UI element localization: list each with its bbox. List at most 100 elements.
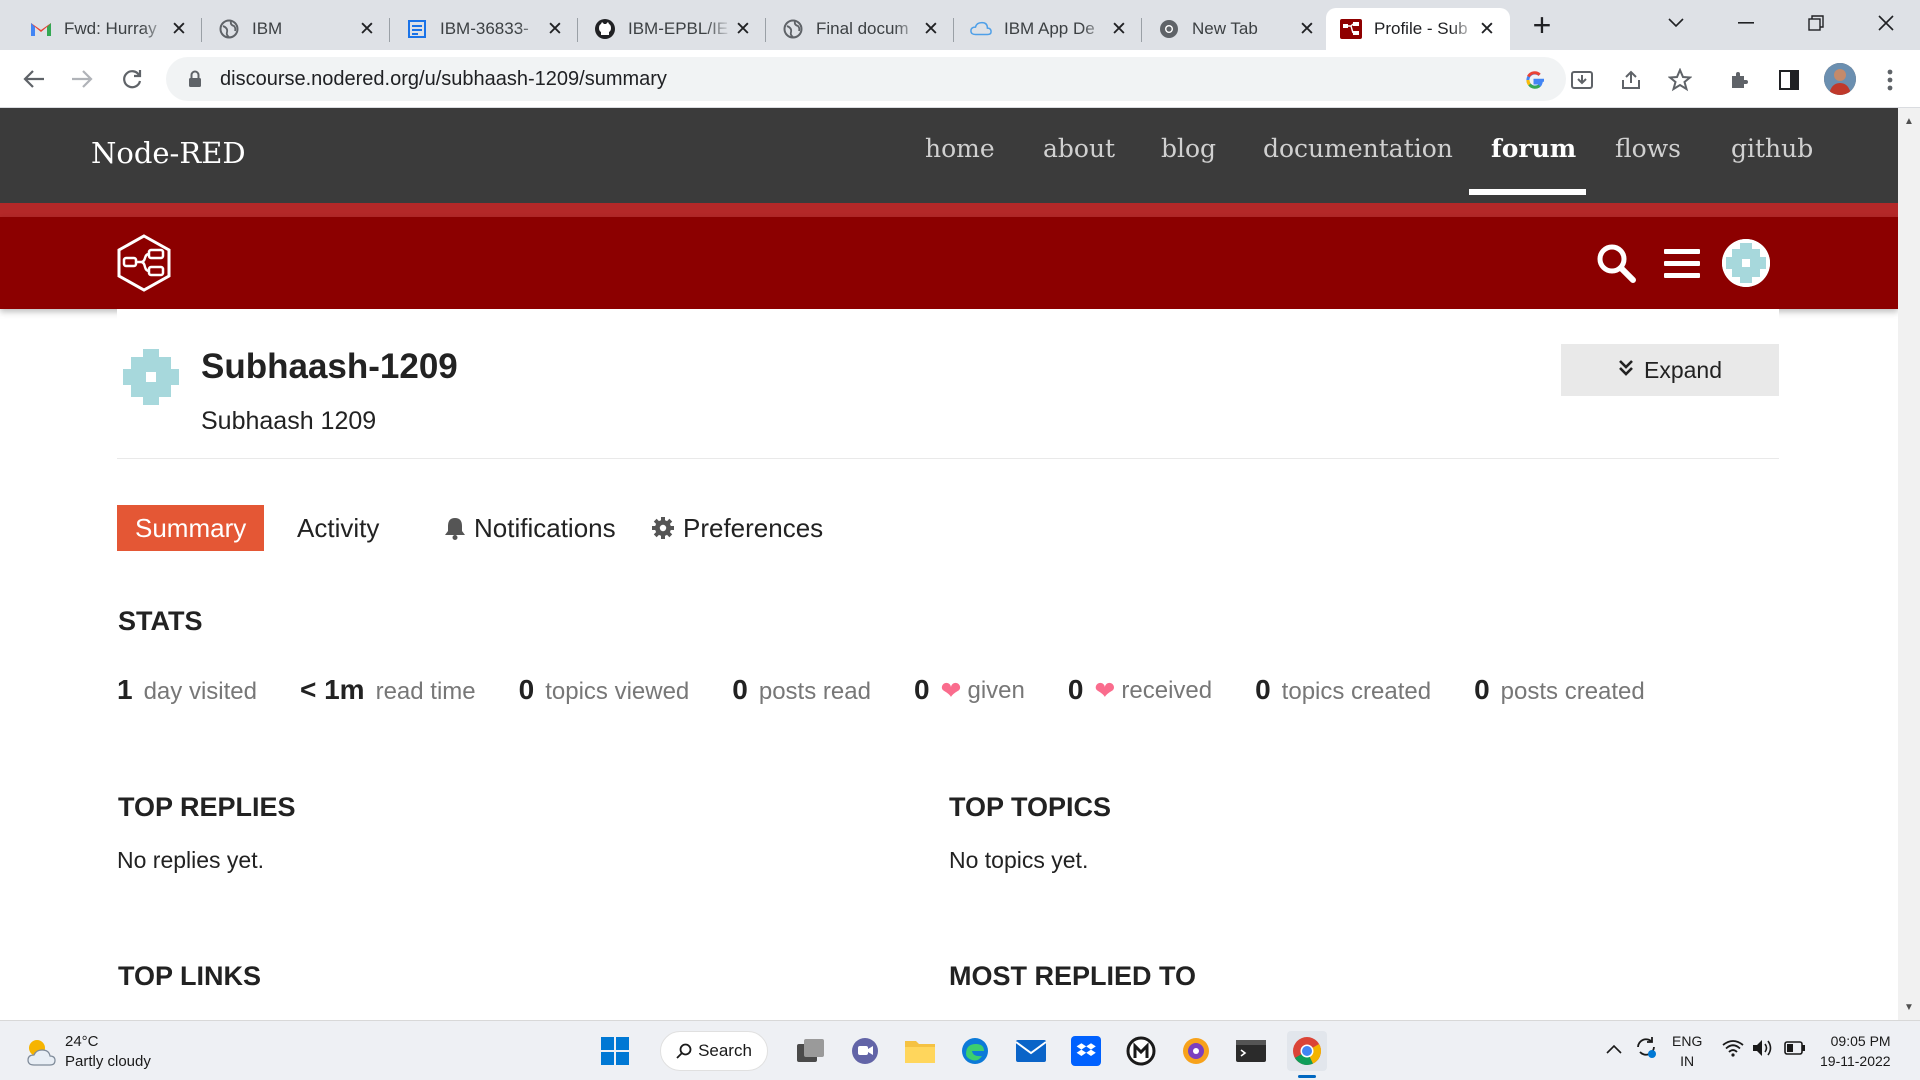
new-tab-button[interactable]: +: [1522, 7, 1562, 43]
file-explorer-icon[interactable]: [900, 1031, 940, 1071]
close-icon[interactable]: ✕: [732, 18, 754, 40]
edge-browser-icon[interactable]: [955, 1031, 995, 1071]
restore-icon[interactable]: [1786, 0, 1846, 46]
nav-forum[interactable]: forum: [1491, 134, 1576, 163]
weather-description[interactable]: Partly cloudy: [65, 1053, 151, 1070]
terminal-app-icon[interactable]: [1231, 1031, 1271, 1071]
address-bar[interactable]: discourse.nodered.org/u/subhaash-1209/su…: [166, 57, 1566, 101]
weather-temperature[interactable]: 24°C: [65, 1033, 99, 1050]
stat-label: received: [1121, 677, 1213, 704]
tab-notifications[interactable]: Notifications: [426, 505, 634, 551]
tab-profile-active[interactable]: Profile - Sub ✕: [1326, 8, 1510, 50]
taskbar-search-button[interactable]: Search: [660, 1031, 768, 1071]
minimize-icon[interactable]: [1716, 0, 1776, 46]
tab-gmail[interactable]: Fwd: Hurray ✕: [16, 8, 202, 50]
browser-profile-avatar[interactable]: [1824, 63, 1856, 95]
side-panel-icon[interactable]: [1775, 66, 1803, 94]
tab-summary[interactable]: Summary: [117, 505, 265, 551]
share-icon[interactable]: [1617, 66, 1645, 94]
current-user-avatar[interactable]: [1722, 239, 1770, 287]
node-red-logo-icon[interactable]: [116, 234, 172, 292]
stat-value: 0: [1474, 674, 1490, 705]
task-view-icon[interactable]: [791, 1031, 831, 1071]
stat-label: day visited: [143, 678, 257, 705]
profile-avatar[interactable]: [119, 345, 183, 409]
sync-icon[interactable]: [1634, 1035, 1658, 1063]
close-icon[interactable]: ✕: [920, 18, 942, 40]
browser-menu-icon[interactable]: [1876, 66, 1904, 94]
partly-cloudy-icon[interactable]: [24, 1035, 58, 1069]
lock-icon[interactable]: [184, 68, 206, 90]
stat-label: read time: [375, 678, 476, 705]
nav-flows[interactable]: flows: [1615, 134, 1681, 163]
teams-chat-icon[interactable]: [845, 1031, 885, 1071]
close-icon[interactable]: ✕: [544, 18, 566, 40]
stat-posts-created: 0 posts created: [1474, 674, 1645, 706]
tab-preferences-label: Preferences: [683, 512, 824, 543]
extensions-icon[interactable]: [1726, 66, 1754, 94]
chrome-taskbar-icon[interactable]: [1287, 1031, 1327, 1071]
battery-icon[interactable]: [1784, 1041, 1806, 1059]
google-icon[interactable]: [1522, 67, 1548, 93]
page-scrollbar[interactable]: ▲ ▼: [1898, 108, 1920, 1020]
install-app-icon[interactable]: [1568, 66, 1596, 94]
tab-github[interactable]: IBM-EPBL/IE ✕: [580, 8, 766, 50]
github-icon: [594, 18, 616, 40]
nav-blog[interactable]: blog: [1161, 134, 1216, 163]
taskbar: 24°C Partly cloudy Search ENG IN 09:05 P…: [0, 1020, 1920, 1080]
mail-icon[interactable]: [1011, 1031, 1051, 1071]
nav-documentation[interactable]: documentation: [1263, 134, 1453, 163]
wifi-icon[interactable]: [1722, 1039, 1744, 1061]
close-icon[interactable]: ✕: [356, 18, 378, 40]
site-logo[interactable]: Node-RED: [91, 136, 246, 170]
close-icon[interactable]: ✕: [1296, 18, 1318, 40]
tab-separator: [577, 18, 578, 42]
nav-home[interactable]: home: [925, 134, 995, 163]
bookmark-star-icon[interactable]: [1666, 66, 1694, 94]
profile-divider: [117, 458, 1779, 459]
windows-start-icon[interactable]: [595, 1031, 635, 1071]
system-clock[interactable]: 09:05 PM 19-11-2022: [1820, 1031, 1891, 1071]
language-indicator[interactable]: ENG IN: [1672, 1031, 1702, 1071]
tab-final-doc[interactable]: Final docum ✕: [768, 8, 954, 50]
nav-github[interactable]: github: [1731, 134, 1813, 163]
tab-ibm-app[interactable]: IBM App De ✕: [956, 8, 1142, 50]
reload-icon[interactable]: [112, 59, 152, 99]
active-app-indicator: [1298, 1075, 1316, 1078]
tab-title: Final docum: [816, 19, 909, 38]
close-window-icon[interactable]: [1856, 0, 1916, 46]
tab-new-tab[interactable]: New Tab ✕: [1144, 8, 1330, 50]
document-icon: [406, 18, 428, 40]
tab-ibm[interactable]: IBM ✕: [204, 8, 390, 50]
chrome-icon: [1158, 18, 1180, 40]
brave-browser-icon[interactable]: [1176, 1031, 1216, 1071]
most-replied-title: MOST REPLIED TO: [949, 961, 1197, 991]
tab-title: IBM: [252, 19, 283, 38]
expand-button[interactable]: Expand: [1561, 344, 1779, 396]
tab-search-chevron-icon[interactable]: [1646, 0, 1706, 46]
scroll-up-icon[interactable]: ▲: [1898, 110, 1920, 132]
nav-about[interactable]: about: [1043, 134, 1115, 163]
back-arrow-icon[interactable]: [14, 59, 54, 99]
chevron-up-icon[interactable]: [1606, 1041, 1622, 1058]
scroll-down-icon[interactable]: ▼: [1898, 996, 1920, 1018]
tab-activity[interactable]: Activity: [279, 505, 397, 551]
stat-label: topics created: [1281, 678, 1432, 705]
gear-icon: [651, 516, 675, 540]
search-icon[interactable]: [1592, 239, 1640, 287]
url-text[interactable]: discourse.nodered.org/u/subhaash-1209/su…: [220, 68, 667, 91]
close-icon[interactable]: ✕: [1476, 18, 1498, 40]
volume-icon[interactable]: [1752, 1039, 1774, 1061]
close-icon[interactable]: ✕: [168, 18, 190, 40]
tab-title: New Tab: [1192, 19, 1258, 38]
app-circle-icon[interactable]: [1121, 1031, 1161, 1071]
tab-ibm-doc[interactable]: IBM-36833- ✕: [392, 8, 578, 50]
hamburger-menu-icon[interactable]: [1658, 239, 1706, 287]
tab-title: IBM App De: [1004, 19, 1095, 38]
tab-preferences[interactable]: Preferences: [633, 505, 841, 551]
forward-arrow-icon[interactable]: [62, 59, 102, 99]
dropbox-icon[interactable]: [1066, 1031, 1106, 1071]
stat-topics-viewed: 0 topics viewed: [519, 674, 690, 706]
close-icon[interactable]: ✕: [1108, 18, 1130, 40]
tab-separator: [1141, 18, 1142, 42]
